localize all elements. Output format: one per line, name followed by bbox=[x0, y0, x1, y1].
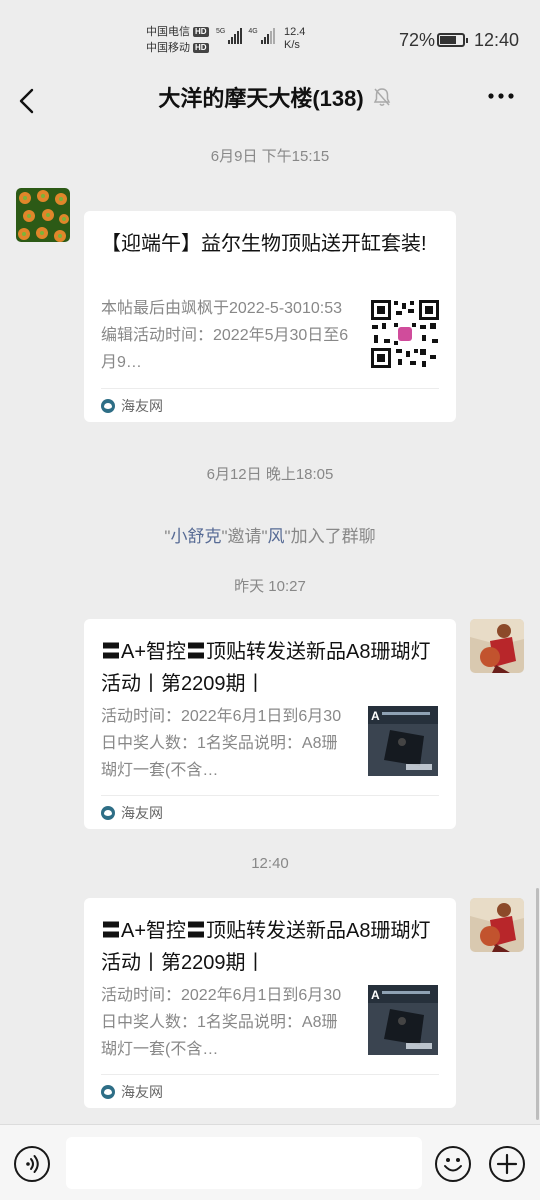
carrier-info: 中国电信 HD 中国移动 HD bbox=[146, 24, 209, 56]
carrier-2: 中国移动 bbox=[146, 42, 190, 54]
timestamp: 昨天 10:27 bbox=[234, 578, 306, 595]
avatar[interactable] bbox=[470, 619, 524, 673]
link-card[interactable]: 【迎端午】益尔生物顶贴送开缸套装! 本帖最后由飒枫于2022-5-3010:53… bbox=[84, 211, 456, 422]
emoji-icon[interactable] bbox=[435, 1146, 471, 1182]
message-list[interactable]: 6月9日 下午15:15 【迎端午】益尔生物顶贴送开缸套装! 本帖最后由飒枫于2… bbox=[0, 126, 540, 1124]
signal-5g-icon: 5G bbox=[216, 28, 243, 44]
card-description: 本帖最后由飒枫于2022-5-3010:53编辑活动时间：2022年5月30日至… bbox=[101, 300, 349, 371]
hd-badge: HD bbox=[193, 43, 209, 53]
hd-badge: HD bbox=[193, 27, 209, 37]
product-thumbnail: A bbox=[368, 985, 438, 1055]
card-description: 活动时间：2022年6月1日到6月30日中奖人数：1名奖品说明：A8珊瑚灯一套(… bbox=[101, 987, 342, 1058]
card-source: 海友网 bbox=[101, 795, 439, 829]
source-logo-icon bbox=[101, 1084, 115, 1099]
timestamp: 6月9日 下午15:15 bbox=[210, 148, 330, 165]
carrier-1: 中国电信 bbox=[146, 26, 190, 38]
card-title: 〓A+智控〓顶贴转发送新品A8珊瑚灯活动丨第2209期丨 bbox=[101, 641, 431, 695]
voice-icon[interactable] bbox=[14, 1146, 50, 1182]
timestamp: 6月12日 晚上18:05 bbox=[206, 466, 334, 483]
user-link[interactable]: 风 bbox=[268, 527, 285, 546]
user-link[interactable]: 小舒克 bbox=[170, 527, 221, 546]
network-speed: 12.4 K/s bbox=[284, 26, 306, 51]
plus-icon[interactable] bbox=[489, 1146, 525, 1182]
message-input[interactable] bbox=[66, 1137, 422, 1189]
source-logo-icon bbox=[101, 805, 115, 820]
input-bar bbox=[0, 1124, 540, 1200]
timestamp: 12:40 bbox=[251, 855, 289, 872]
signal-indicators: 5G 4G bbox=[216, 28, 275, 44]
link-card[interactable]: 〓A+智控〓顶贴转发送新品A8珊瑚灯活动丨第2209期丨 活动时间：2022年6… bbox=[84, 898, 456, 1108]
status-time: 12:40 bbox=[474, 30, 520, 50]
scrollbar[interactable] bbox=[536, 888, 539, 1120]
chat-header: 大洋的摩天大楼(138) bbox=[0, 78, 540, 126]
status-bar: 中国电信 HD 中国移动 HD 5G 4G 12.4 K/s 72% 12:40 bbox=[0, 0, 540, 78]
link-card[interactable]: 〓A+智控〓顶贴转发送新品A8珊瑚灯活动丨第2209期丨 活动时间：2022年6… bbox=[84, 619, 456, 829]
chat-title: 大洋的摩天大楼(138) bbox=[158, 86, 364, 111]
bell-off-icon bbox=[373, 88, 391, 106]
avatar[interactable] bbox=[470, 898, 524, 952]
battery-icon bbox=[437, 33, 468, 47]
source-logo-icon bbox=[101, 398, 115, 413]
more-icon[interactable] bbox=[488, 92, 514, 100]
signal-4g-icon: 4G bbox=[248, 28, 275, 44]
card-description: 活动时间：2022年6月1日到6月30日中奖人数：1名奖品说明：A8珊瑚灯一套(… bbox=[101, 708, 342, 779]
svg-text:A: A bbox=[371, 709, 380, 723]
card-title: 【迎端午】益尔生物顶贴送开缸套装! bbox=[101, 233, 427, 255]
card-source: 海友网 bbox=[101, 1074, 439, 1108]
qr-code-thumbnail bbox=[370, 299, 440, 369]
battery-percent: 72% bbox=[399, 30, 436, 50]
system-notice: "小舒克"邀请"风"加入了群聊 bbox=[164, 527, 376, 546]
product-thumbnail: A bbox=[368, 706, 438, 776]
card-title: 〓A+智控〓顶贴转发送新品A8珊瑚灯活动丨第2209期丨 bbox=[101, 920, 431, 974]
avatar[interactable] bbox=[16, 188, 70, 242]
svg-text:A: A bbox=[371, 988, 380, 1002]
card-source: 海友网 bbox=[101, 388, 439, 422]
